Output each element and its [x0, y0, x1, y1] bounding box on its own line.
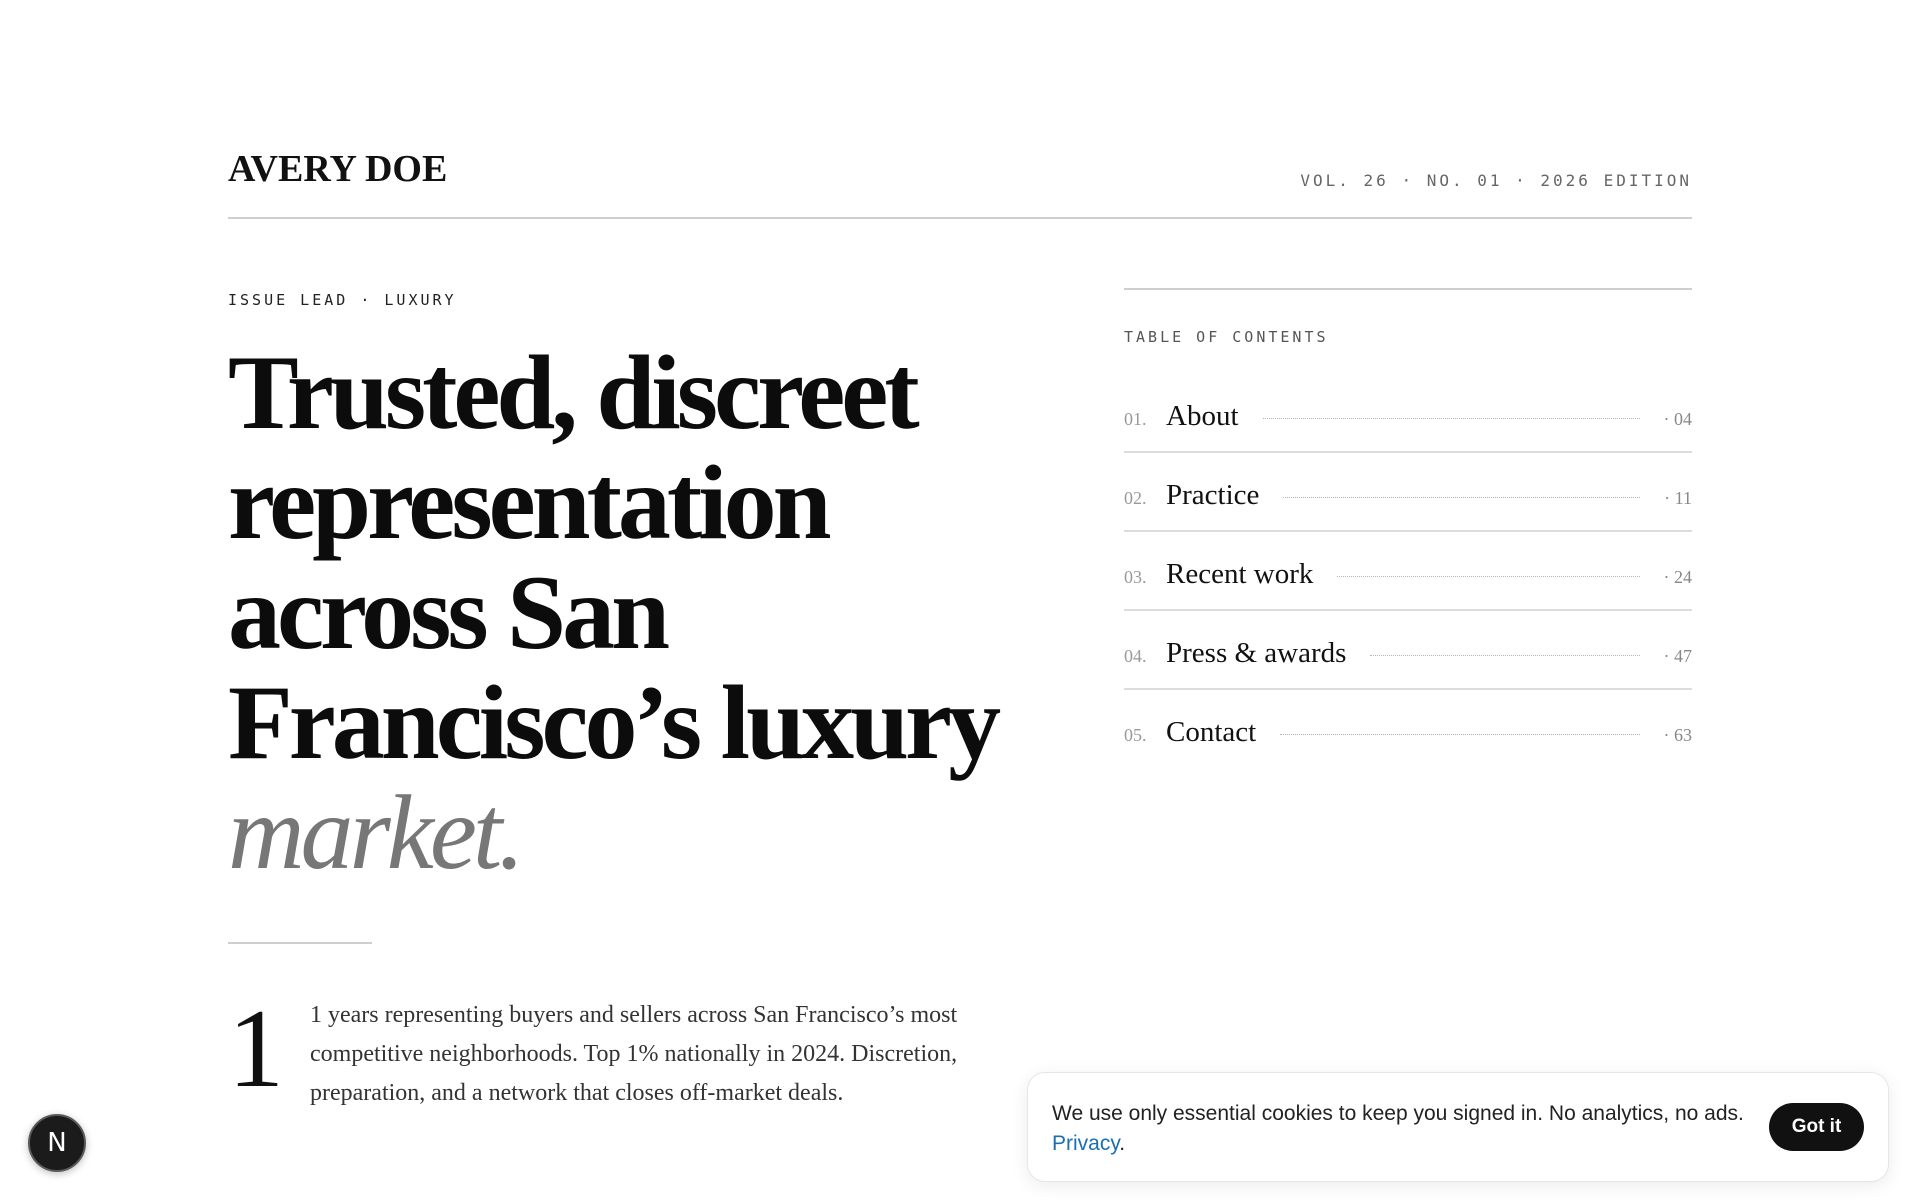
toc-title[interactable]: Practice: [1166, 479, 1259, 512]
masthead: AVERY DOE VOL. 26 · NO. 01 · 2026 EDITIO…: [228, 145, 1692, 219]
toc-label: TABLE OF CONTENTS: [1124, 328, 1329, 346]
toc-number: 01.: [1124, 409, 1147, 429]
toc-number: 02.: [1124, 488, 1147, 508]
edition-label: VOL. 26 · NO. 01 · 2026 EDITION: [1300, 171, 1692, 190]
toc-page: · 11: [1664, 488, 1692, 508]
toc-leader: [1283, 497, 1641, 498]
toc-title[interactable]: Press & awards: [1166, 637, 1346, 670]
toc-leader: [1280, 734, 1640, 735]
headline-accent: market.: [228, 774, 525, 891]
toc-title[interactable]: Recent work: [1166, 558, 1313, 591]
toc-number: 05.: [1124, 725, 1147, 745]
toc-leader: [1337, 576, 1640, 577]
nextjs-logo-icon[interactable]: N: [28, 1114, 86, 1172]
lede-paragraph: 1 1 years representing buyers and seller…: [228, 987, 998, 1113]
toc-number: 03.: [1124, 567, 1147, 587]
toc-list: 01. About · 04 02. Practice · 11 03. Rec…: [1124, 374, 1692, 769]
toc-number: 04.: [1124, 646, 1147, 666]
toc-page: · 24: [1663, 567, 1693, 587]
accept-cookies-button[interactable]: Got it: [1769, 1103, 1864, 1151]
issue-kicker: ISSUE LEAD · LUXURY: [228, 291, 457, 309]
cookie-text: We use only essential cookies to keep yo…: [1052, 1102, 1744, 1125]
badge-letter: N: [47, 1128, 67, 1158]
divider: [228, 942, 372, 944]
hero-headline: Trusted, discreet representation across …: [228, 338, 1028, 888]
toc-item-contact[interactable]: 05. Contact · 63: [1124, 690, 1692, 769]
headline-main: Trusted, discreet representation across …: [228, 334, 1001, 781]
lede-text: 1 years representing buyers and sellers …: [310, 1002, 958, 1106]
toc-item-press-awards[interactable]: 04. Press & awards · 47: [1124, 611, 1692, 690]
toc-page: · 47: [1663, 646, 1693, 666]
table-of-contents: TABLE OF CONTENTS 01. About · 04 02. Pra…: [1124, 288, 1692, 769]
drop-cap: 1: [228, 987, 284, 1111]
toc-leader: [1262, 418, 1640, 419]
toc-page: · 63: [1663, 725, 1693, 745]
toc-item-about[interactable]: 01. About · 04: [1124, 374, 1692, 453]
toc-item-recent-work[interactable]: 03. Recent work · 24: [1124, 532, 1692, 611]
privacy-link[interactable]: Privacy: [1052, 1132, 1119, 1155]
toc-leader: [1370, 655, 1640, 656]
toc-item-practice[interactable]: 02. Practice · 11: [1124, 453, 1692, 532]
cookie-link-suffix: .: [1119, 1132, 1126, 1155]
toc-page: · 04: [1663, 409, 1693, 429]
brand-logo[interactable]: AVERY DOE: [228, 147, 447, 191]
cookie-banner: We use only essential cookies to keep yo…: [1027, 1072, 1889, 1182]
cookie-message: We use only essential cookies to keep yo…: [1052, 1099, 1752, 1159]
toc-title[interactable]: About: [1166, 400, 1239, 433]
toc-title[interactable]: Contact: [1166, 716, 1256, 749]
